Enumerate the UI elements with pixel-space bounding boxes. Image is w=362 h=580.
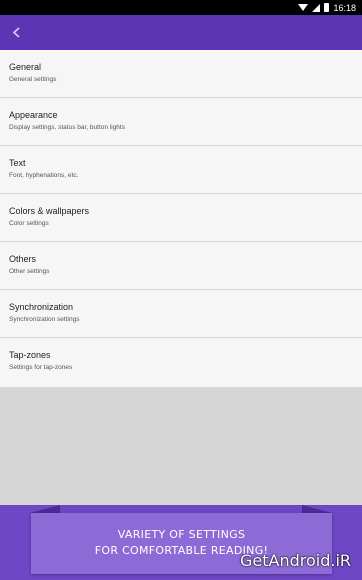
signal-icon [312,3,321,12]
wifi-icon [298,4,309,11]
banner-line-1: VARIETY OF SETTINGS [117,528,246,541]
chevron-left-icon [12,26,20,38]
settings-item-subtitle: Synchronization settings [9,316,80,323]
battery-icon [324,3,330,12]
watermark: GetAndroid.iR [240,551,352,570]
settings-item-title: Colors & wallpapers [9,206,90,216]
settings-item-title: Appearance [9,110,58,120]
settings-item-title: Others [9,254,37,264]
status-time: 16:18 [333,2,356,13]
settings-item-others[interactable]: Others Other settings [0,242,362,290]
settings-item-subtitle: General settings [9,76,57,83]
toolbar [0,15,362,50]
settings-item-subtitle: Color settings [9,220,49,227]
settings-item-title: General [9,62,42,72]
settings-item-subtitle: Settings for tap-zones [9,364,73,371]
settings-item-synchronization[interactable]: Synchronization Synchronization settings [0,290,362,338]
settings-item-appearance[interactable]: Appearance Display settings, status bar,… [0,98,362,146]
empty-area [0,388,362,508]
settings-item-subtitle: Other settings [9,268,50,275]
settings-item-title: Synchronization [9,302,74,312]
settings-item-text[interactable]: Text Font, hyphenations, etc. [0,146,362,194]
settings-list: General General settings Appearance Disp… [0,50,362,387]
settings-item-title: Tap-zones [9,350,51,360]
settings-item-tap-zones[interactable]: Tap-zones Settings for tap-zones [0,338,362,387]
back-button[interactable] [6,22,26,42]
status-bar: 16:18 [0,0,362,15]
banner-fold-left [30,505,60,513]
settings-item-subtitle: Font, hyphenations, etc. [9,172,79,179]
settings-item-general[interactable]: General General settings [0,50,362,98]
settings-item-subtitle: Display settings, status bar, button lig… [9,124,125,131]
banner-fold-right [302,505,332,513]
settings-item-colors-wallpapers[interactable]: Colors & wallpapers Color settings [0,194,362,242]
settings-item-title: Text [9,158,26,168]
